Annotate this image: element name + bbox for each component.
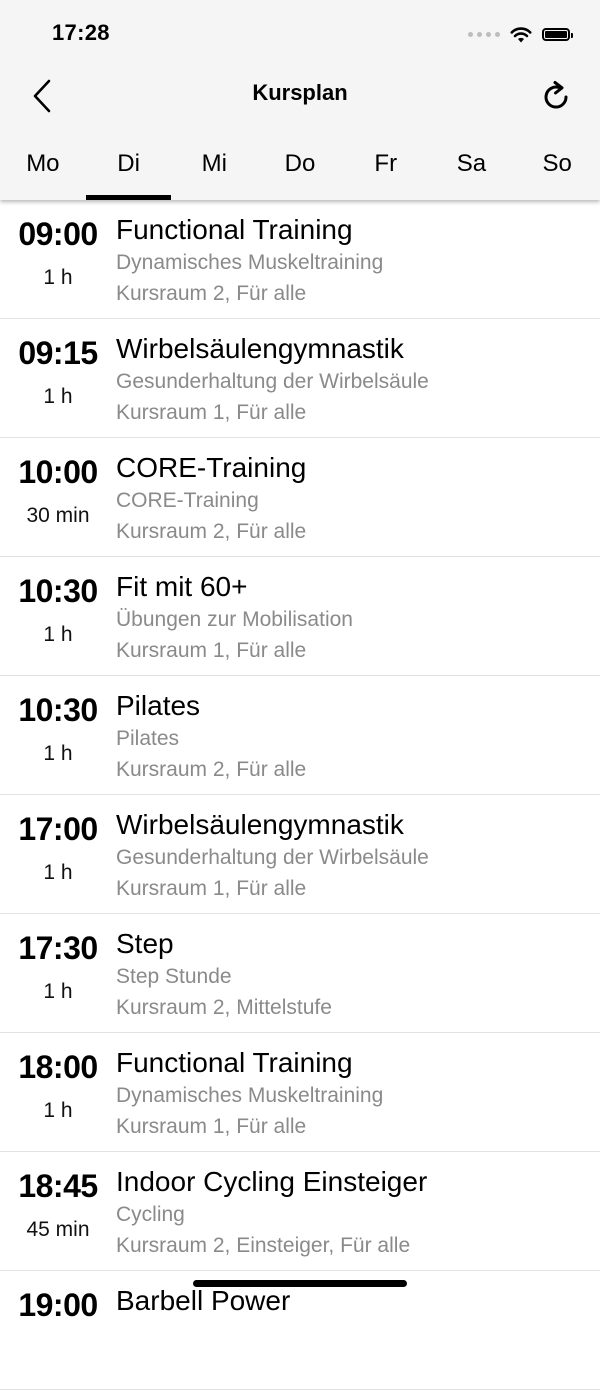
course-name: Step: [116, 928, 174, 959]
tab-mi[interactable]: Mi: [171, 132, 257, 200]
battery-icon: [542, 27, 573, 41]
course-description: Gesunderhaltung der Wirbelsäule: [116, 846, 429, 869]
course-name: CORE-Training: [116, 452, 307, 483]
tab-di[interactable]: Di: [85, 132, 172, 200]
course-duration: 1 h: [43, 1099, 73, 1122]
course-description: Dynamisches Muskeltraining: [116, 1084, 384, 1107]
course-details: Kursraum 2, Für alle: [116, 282, 307, 305]
course-details: Kursraum 1, Für alle: [116, 401, 307, 424]
header: 17:28 Kursplan Mo Di Mi Do Fr Sa So: [0, 0, 600, 200]
tab-do[interactable]: Do: [257, 132, 343, 200]
status-icons: [468, 22, 573, 46]
course-name: Functional Training: [116, 1047, 353, 1078]
course-details: Kursraum 1, Für alle: [116, 639, 307, 662]
course-details: Kursraum 2, Mittelstufe: [116, 996, 332, 1019]
course-duration: 1 h: [43, 742, 73, 765]
course-name: Pilates: [116, 690, 201, 721]
refresh-icon: [544, 81, 568, 109]
course-duration: 45 min: [26, 1218, 90, 1241]
course-time: 18:45: [18, 1168, 98, 1204]
course-time: 09:00: [18, 216, 98, 252]
course-details: Kursraum 1, Für alle: [116, 877, 307, 900]
course-description: Pilates: [116, 727, 180, 750]
course-details: Kursraum 1, Für alle: [116, 1115, 307, 1138]
course-time: 17:00: [18, 811, 98, 847]
course-row[interactable]: 17:00 1 h Wirbelsäulengymnastik Gesunder…: [0, 795, 600, 914]
course-row[interactable]: 18:00 1 h Functional Training Dynamische…: [0, 1033, 600, 1152]
course-row[interactable]: 19:00 Barbell Power: [0, 1271, 600, 1390]
course-row[interactable]: 10:00 30 min CORE-Training CORE-Training…: [0, 438, 600, 557]
tab-so[interactable]: So: [514, 132, 600, 200]
course-description: Gesunderhaltung der Wirbelsäule: [116, 370, 429, 393]
course-duration: 1 h: [43, 266, 73, 289]
home-indicator[interactable]: [193, 1280, 407, 1287]
course-row[interactable]: 10:30 1 h Pilates Pilates Kursraum 2, Fü…: [0, 676, 600, 795]
course-row[interactable]: 18:45 45 min Indoor Cycling Einsteiger C…: [0, 1152, 600, 1271]
course-time: 19:00: [18, 1287, 98, 1323]
tab-mo[interactable]: Mo: [0, 132, 86, 200]
course-row[interactable]: 09:00 1 h Functional Training Dynamische…: [0, 200, 600, 319]
course-row[interactable]: 10:30 1 h Fit mit 60+ Übungen zur Mobili…: [0, 557, 600, 676]
course-name: Wirbelsäulengymnastik: [116, 809, 404, 840]
tab-sa[interactable]: Sa: [429, 132, 515, 200]
course-duration: 30 min: [26, 504, 90, 527]
course-duration: 1 h: [43, 980, 73, 1003]
course-list: 09:00 1 h Functional Training Dynamische…: [0, 200, 600, 1390]
course-name: Indoor Cycling Einsteiger: [116, 1166, 428, 1197]
course-details: Kursraum 2, Für alle: [116, 758, 307, 781]
course-row[interactable]: 09:15 1 h Wirbelsäulengymnastik Gesunder…: [0, 319, 600, 438]
course-name: Fit mit 60+: [116, 571, 248, 602]
course-description: Übungen zur Mobilisation: [116, 608, 353, 631]
course-time: 10:30: [18, 573, 98, 609]
course-duration: 1 h: [43, 385, 73, 408]
course-time: 09:15: [18, 335, 98, 371]
tab-fr[interactable]: Fr: [343, 132, 429, 200]
course-name: Wirbelsäulengymnastik: [116, 333, 404, 364]
course-time: 10:00: [18, 454, 98, 490]
course-name: Functional Training: [116, 214, 353, 245]
course-duration: 1 h: [43, 623, 73, 646]
course-name: Barbell Power: [116, 1285, 291, 1316]
course-details: Kursraum 2, Für alle: [116, 520, 307, 543]
status-time: 17:28: [52, 20, 110, 45]
course-description: Cycling: [116, 1203, 185, 1226]
course-time: 18:00: [18, 1049, 98, 1085]
course-duration: 1 h: [43, 861, 73, 884]
refresh-button[interactable]: [534, 74, 578, 118]
signal-icon: [468, 31, 500, 37]
weekday-tabs: Mo Di Mi Do Fr Sa So: [0, 132, 600, 200]
course-time: 17:30: [18, 930, 98, 966]
course-description: Step Stunde: [116, 965, 232, 988]
page-title: Kursplan: [252, 80, 348, 105]
wifi-icon: [510, 26, 532, 42]
course-row[interactable]: 17:30 1 h Step Step Stunde Kursraum 2, M…: [0, 914, 600, 1033]
course-time: 10:30: [18, 692, 98, 728]
course-description: CORE-Training: [116, 489, 259, 512]
course-details: Kursraum 2, Einsteiger, Für alle: [116, 1234, 411, 1257]
course-description: Dynamisches Muskeltraining: [116, 251, 384, 274]
